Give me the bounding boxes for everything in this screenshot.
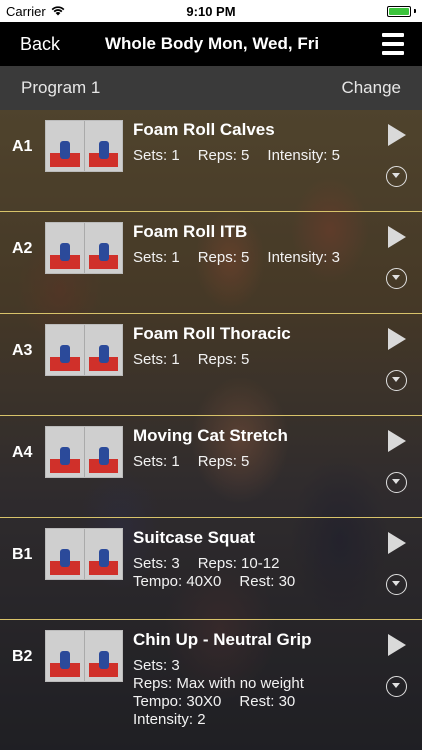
exercise-row[interactable]: A3 Foam Roll Thoracic Sets: 1 Reps: 5 bbox=[0, 314, 422, 416]
play-icon[interactable] bbox=[388, 124, 406, 146]
exercise-code: B2 bbox=[12, 648, 33, 665]
exercise-detail-line: Sets: 3 bbox=[133, 657, 378, 675]
exercise-detail: Intensity: 3 bbox=[267, 249, 340, 266]
exercise-row[interactable]: B1 Suitcase Squat Sets: 3 Reps: 10-12 Tempo:… bbox=[0, 518, 422, 620]
play-icon[interactable] bbox=[388, 430, 406, 452]
exercise-code: A1 bbox=[12, 138, 33, 155]
exercise-detail: Sets: 1 bbox=[133, 147, 180, 164]
exercise-thumbnail[interactable] bbox=[45, 630, 123, 682]
status-bar: Carrier 9:10 PM bbox=[0, 0, 422, 22]
change-program-button[interactable]: Change bbox=[341, 78, 401, 98]
exercise-detail: Sets: 1 bbox=[133, 249, 180, 266]
exercise-detail-line: Sets: 1 Reps: 5 bbox=[133, 453, 378, 471]
exercise-detail: Sets: 1 bbox=[133, 453, 180, 470]
exercise-details: Sets: 1 Reps: 5 Intensity: 3 bbox=[133, 249, 378, 267]
exercise-name: Foam Roll Thoracic bbox=[133, 324, 291, 343]
exercise-detail: Intensity: 5 bbox=[267, 147, 340, 164]
exercise-detail-line: Sets: 1 Reps: 5 Intensity: 3 bbox=[133, 249, 378, 267]
exercise-detail: Reps: 5 bbox=[197, 351, 250, 368]
exercise-detail: Tempo: 30X0 bbox=[133, 693, 222, 710]
program-bar: Program 1 Change bbox=[0, 66, 422, 110]
exercise-name: Foam Roll ITB bbox=[133, 222, 248, 241]
play-icon[interactable] bbox=[388, 328, 406, 350]
exercise-row[interactable]: B2 Chin Up - Neutral Grip Sets: 3 Reps: Max… bbox=[0, 620, 422, 750]
exercise-code: B1 bbox=[12, 546, 33, 563]
exercise-thumbnail[interactable] bbox=[45, 120, 123, 172]
exercise-detail: Intensity: 2 bbox=[133, 711, 206, 728]
play-icon[interactable] bbox=[388, 634, 406, 656]
page-title: Whole Body Mon, Wed, Fri bbox=[105, 34, 320, 53]
exercise-detail: Rest: 30 bbox=[239, 693, 296, 710]
exercise-detail-line: Sets: 3 Reps: 10-12 bbox=[133, 555, 378, 573]
exercise-detail: Reps: 5 bbox=[197, 453, 250, 470]
exercise-thumbnail[interactable] bbox=[45, 426, 123, 478]
exercise-name: Suitcase Squat bbox=[133, 528, 255, 547]
chevron-down-icon[interactable] bbox=[386, 370, 407, 391]
play-icon[interactable] bbox=[388, 532, 406, 554]
exercise-detail: Sets: 3 bbox=[133, 555, 180, 572]
exercise-list: A1 Foam Roll Calves Sets: 1 Reps: 5 Intensit… bbox=[0, 110, 422, 750]
exercise-detail: Reps: 10-12 bbox=[197, 555, 280, 572]
exercise-detail-line: Tempo: 40X0 Rest: 30 bbox=[133, 573, 378, 591]
status-left: Carrier bbox=[6, 4, 65, 19]
chevron-down-icon[interactable] bbox=[386, 166, 407, 187]
status-time: 9:10 PM bbox=[186, 3, 236, 19]
exercise-detail: Reps: Max with no weight bbox=[133, 675, 304, 692]
exercise-detail: Tempo: 40X0 bbox=[133, 573, 222, 590]
carrier-label: Carrier bbox=[6, 3, 46, 19]
back-button[interactable]: Back bbox=[20, 34, 60, 55]
exercise-detail-line: Tempo: 30X0 Rest: 30 bbox=[133, 693, 378, 711]
exercise-details: Sets: 1 Reps: 5 Intensity: 5 bbox=[133, 147, 378, 165]
exercise-row[interactable]: A1 Foam Roll Calves Sets: 1 Reps: 5 Intensit… bbox=[0, 110, 422, 212]
exercise-details: Sets: 3 Reps: 10-12 Tempo: 40X0 Rest: 30 bbox=[133, 555, 378, 591]
exercise-row[interactable]: A4 Moving Cat Stretch Sets: 1 Reps: 5 bbox=[0, 416, 422, 518]
chevron-down-icon[interactable] bbox=[386, 574, 407, 595]
exercise-detail: Sets: 1 bbox=[133, 351, 180, 368]
exercise-code: A4 bbox=[12, 444, 33, 461]
exercise-detail-line: Sets: 1 Reps: 5 bbox=[133, 351, 378, 369]
exercise-name: Chin Up - Neutral Grip bbox=[133, 630, 312, 649]
exercise-detail: Sets: 3 bbox=[133, 657, 180, 674]
program-label: Program 1 bbox=[21, 78, 101, 97]
exercise-row[interactable]: A2 Foam Roll ITB Sets: 1 Reps: 5 Intensity: … bbox=[0, 212, 422, 314]
exercise-code: A3 bbox=[12, 342, 33, 359]
exercise-name: Moving Cat Stretch bbox=[133, 426, 288, 445]
exercise-detail: Rest: 30 bbox=[239, 573, 296, 590]
exercise-details: Sets: 1 Reps: 5 bbox=[133, 351, 378, 369]
exercise-detail: Reps: 5 bbox=[197, 147, 250, 164]
chevron-down-icon[interactable] bbox=[386, 268, 407, 289]
exercise-detail-line: Intensity: 2 bbox=[133, 711, 378, 729]
play-icon[interactable] bbox=[388, 226, 406, 248]
exercise-detail-line: Reps: Max with no weight bbox=[133, 675, 378, 693]
menu-icon[interactable] bbox=[382, 33, 404, 55]
battery-icon bbox=[387, 5, 416, 17]
exercise-name: Foam Roll Calves bbox=[133, 120, 275, 139]
exercise-details: Sets: 1 Reps: 5 bbox=[133, 453, 378, 471]
exercise-code: A2 bbox=[12, 240, 33, 257]
wifi-icon bbox=[51, 6, 65, 16]
chevron-down-icon[interactable] bbox=[386, 676, 407, 697]
chevron-down-icon[interactable] bbox=[386, 472, 407, 493]
exercise-thumbnail[interactable] bbox=[45, 528, 123, 580]
exercise-thumbnail[interactable] bbox=[45, 324, 123, 376]
exercise-detail-line: Sets: 1 Reps: 5 Intensity: 5 bbox=[133, 147, 378, 165]
exercise-thumbnail[interactable] bbox=[45, 222, 123, 274]
exercise-detail: Reps: 5 bbox=[197, 249, 250, 266]
exercise-details: Sets: 3 Reps: Max with no weight Tempo: 30… bbox=[133, 657, 378, 729]
navigation-bar: Back Whole Body Mon, Wed, Fri bbox=[0, 22, 422, 66]
